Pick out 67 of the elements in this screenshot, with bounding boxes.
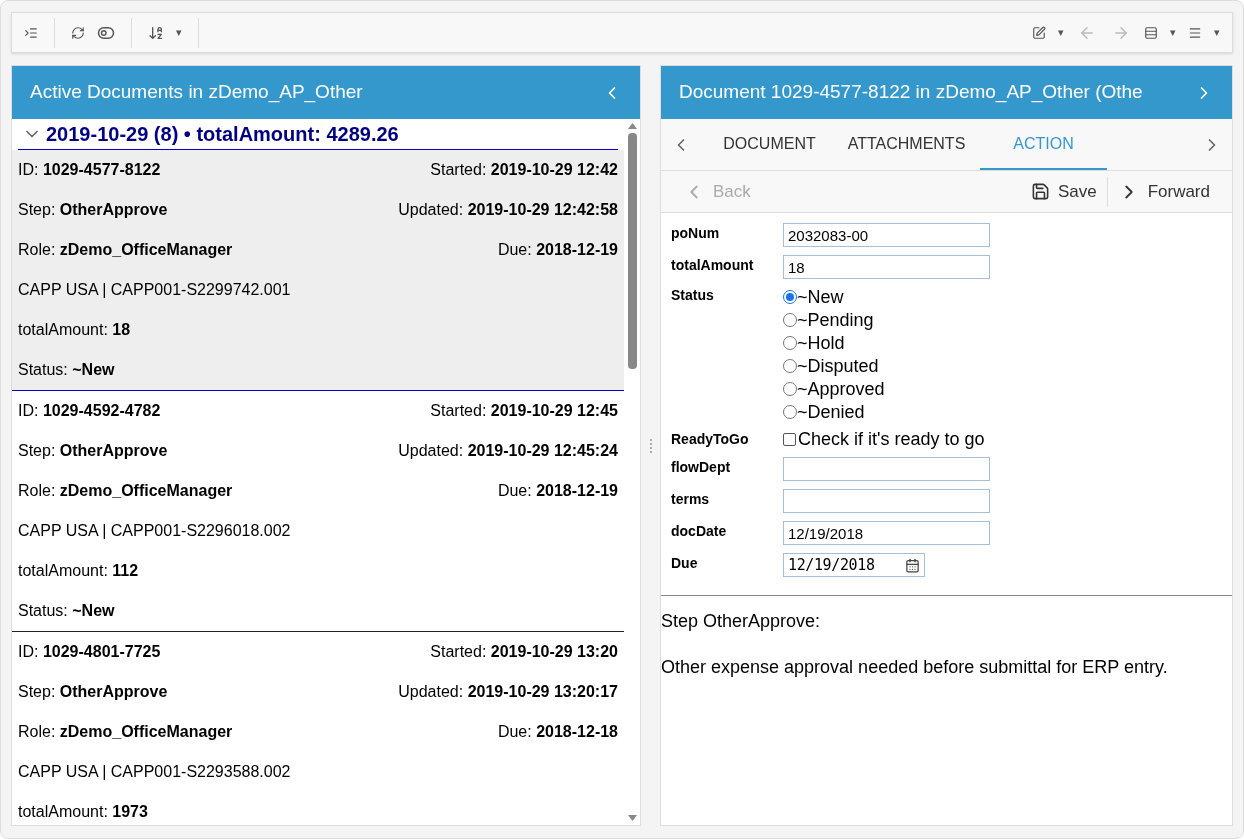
field-text: Due: 2018-12-19 [497, 240, 618, 260]
company-text: CAPP USA | CAPP001-S2293588.002 [18, 762, 291, 782]
text-field[interactable]: 18 [783, 255, 990, 279]
field-text: Updated: 2019-10-29 13:20:17 [398, 682, 618, 702]
caret-icon[interactable]: ▾ [1166, 24, 1180, 41]
splitter-handle[interactable] [649, 438, 652, 453]
tab[interactable]: ATTACHMENTS [843, 119, 970, 170]
step-title: Step OtherApprove: [661, 610, 822, 633]
field-text: totalAmount: 18 [18, 320, 131, 340]
calendar-icon [905, 557, 920, 573]
ready-checkbox[interactable]: Check if it's ready to go [783, 427, 985, 451]
scrollbar-thumb[interactable] [627, 133, 637, 369]
field-text: ID: 1029-4801-7725 [18, 642, 161, 662]
step-description: Other expense approval needed before submittal for ERP entry. [661, 656, 1169, 679]
caret-icon[interactable]: ▾ [172, 24, 186, 41]
scroll-up-icon[interactable] [627, 123, 637, 129]
field-label: totalAmount [671, 256, 755, 275]
text-field[interactable]: 12/19/2018 [783, 521, 990, 545]
document-card[interactable]: ID: 1029-4577-8122 Started: 2019-10-29 12:42 Step: OtherApprove Updated: 2019-10-29 12:42:58 Role: zDemo_OfficeManager Due: 2018-12-19 CAPP USA | CAPP001-S2299742.001 totalAmount: 18 Status: ~New [12, 150, 624, 391]
field-text: totalAmount: 1973 [18, 802, 148, 822]
field-text: Step: OtherApprove [18, 200, 168, 220]
save-icon [1030, 182, 1050, 201]
field-text: Status: ~New [18, 601, 115, 621]
field-label: flowDept [671, 458, 732, 477]
status-radio[interactable]: ~Approved [783, 377, 885, 400]
field-label: Due [671, 554, 699, 573]
field-text: Role: zDemo_OfficeManager [18, 240, 233, 260]
field-text: Status: ~New [18, 360, 115, 380]
field-label: ReadyToGo [671, 429, 750, 449]
field-text: Started: 2019-10-29 12:42 [430, 160, 618, 180]
group-title: 2019-10-29 (8) • totalAmount: 4289.26 [46, 122, 399, 147]
field-text: totalAmount: 112 [18, 561, 139, 581]
panel-title: Document 1029-4577-8122 in zDemo_AP_Other (Othe [679, 80, 1143, 105]
save-button[interactable]: Save [1020, 171, 1107, 212]
field-text: Started: 2019-10-29 12:45 [430, 401, 618, 421]
field-label: docDate [671, 522, 728, 541]
text-field[interactable] [783, 457, 990, 481]
status-radio[interactable]: ~Hold [783, 331, 885, 354]
date-field[interactable]: 12/19/2018 [783, 553, 925, 577]
tab[interactable]: DOCUMENT [706, 119, 833, 170]
status-radio[interactable]: ~Pending [783, 308, 885, 331]
caret-icon[interactable]: ▾ [1054, 24, 1068, 41]
status-radio[interactable]: ~Disputed [783, 354, 885, 377]
field-text: ID: 1029-4577-8122 [18, 160, 161, 180]
field-text: Due: 2018-12-19 [497, 481, 618, 501]
status-radio[interactable]: ~New [783, 285, 885, 308]
field-text: Updated: 2019-10-29 12:45:24 [398, 441, 618, 461]
field-text: Step: OtherApprove [18, 441, 168, 461]
field-label: poNum [671, 224, 721, 243]
company-text: CAPP USA | CAPP001-S2299742.001 [18, 280, 291, 300]
field-label: Status [671, 286, 715, 305]
text-field[interactable] [783, 489, 990, 513]
caret-icon[interactable]: ▾ [1210, 24, 1224, 41]
company-text: CAPP USA | CAPP001-S2296018.002 [18, 521, 291, 541]
forward-button[interactable]: Forward [1107, 171, 1220, 212]
field-text: Role: zDemo_OfficeManager [18, 722, 233, 742]
field-label: terms [671, 490, 711, 509]
field-text: Updated: 2019-10-29 12:42:58 [398, 200, 618, 220]
field-text: Step: OtherApprove [18, 682, 168, 702]
text-field[interactable]: 2032083-00 [783, 223, 990, 247]
scroll-down-icon[interactable] [627, 815, 637, 821]
field-text: Started: 2019-10-29 13:20 [430, 642, 618, 662]
field-text: Role: zDemo_OfficeManager [18, 481, 233, 501]
panel-title: Active Documents in zDemo_AP_Other [30, 80, 363, 105]
field-text: Due: 2018-12-18 [497, 722, 618, 742]
field-text: ID: 1029-4592-4782 [18, 401, 161, 421]
status-radio[interactable]: ~Denied [783, 400, 885, 423]
